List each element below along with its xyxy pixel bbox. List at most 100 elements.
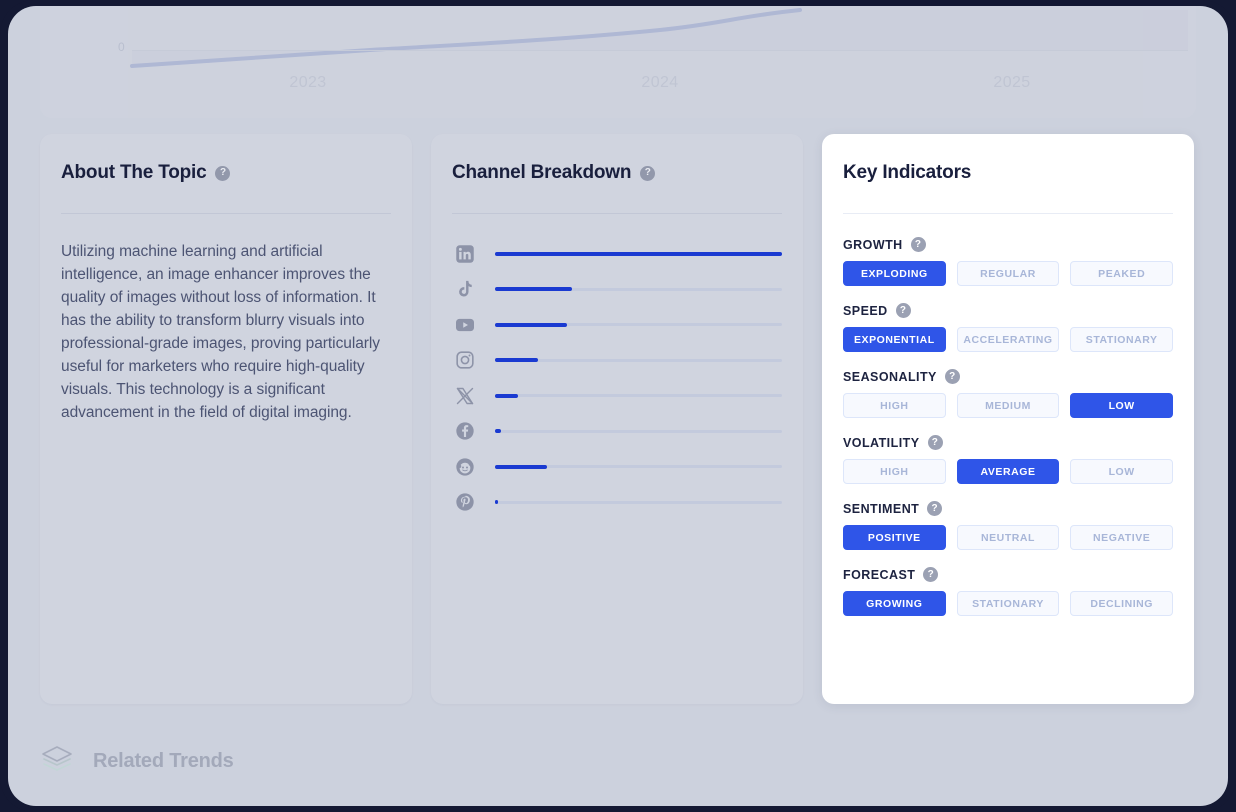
indicator-option-regular[interactable]: REGULAR (956, 261, 1060, 286)
channel-row[interactable] (452, 343, 782, 379)
about-description: Utilizing machine learning and artificia… (61, 243, 381, 421)
indicator-sentiment: SENTIMENT? POSITIVE NEUTRAL NEGATIVE (843, 501, 1174, 550)
channel-card-title: Channel Breakdown ? (452, 162, 782, 184)
indicator-option-neutral[interactable]: NEUTRAL (956, 525, 1060, 550)
key-indicators-card: Key Indicators GROWTH? EXPLODING REGULAR PE… (822, 134, 1194, 704)
indicator-option-negative[interactable]: NEGATIVE (1070, 525, 1174, 550)
indicator-label-text: SEASONALITY (843, 369, 937, 384)
indicators-list: GROWTH? EXPLODING REGULAR PEAKED SPEED? EXPON… (843, 237, 1174, 616)
indicator-options: POSITIVE NEUTRAL NEGATIVE (843, 525, 1174, 550)
channel-bar-track (495, 500, 782, 505)
about-card-title: About The Topic ? (61, 162, 391, 184)
layers-icon (40, 744, 74, 778)
channel-row[interactable] (452, 307, 782, 343)
indicator-option-high[interactable]: HIGH (843, 459, 946, 484)
indicator-option-exponential[interactable]: EXPONENTIAL (843, 327, 946, 352)
indicator-label-text: SENTIMENT (843, 501, 920, 516)
about-the-topic-card: About The Topic ? Utilizing machine lear… (40, 134, 412, 704)
channel-divider (452, 213, 782, 214)
indicator-option-accelerating[interactable]: ACCELERATING (956, 327, 1060, 352)
channel-row[interactable] (452, 272, 782, 308)
channel-title-text: Channel Breakdown (452, 162, 632, 183)
indicator-label-text: SPEED (843, 303, 888, 318)
app-window-frame: 0 2023 2024 2025 About The Topic ? Utili… (0, 0, 1236, 812)
indicator-option-exploding[interactable]: EXPLODING (843, 261, 946, 286)
channel-bar-fill (495, 429, 501, 434)
chart-x-tick-labels: 2023 2024 2025 (132, 74, 1188, 92)
indicator-seasonality: SEASONALITY? HIGH MEDIUM LOW (843, 369, 1174, 418)
chart-x-tick-2023: 2023 (289, 74, 327, 91)
help-icon[interactable]: ? (927, 435, 943, 450)
pinterest-icon (452, 489, 478, 515)
key-indicators-title-text: Key Indicators (843, 162, 972, 183)
help-icon[interactable]: ? (944, 369, 960, 384)
help-icon[interactable]: ? (927, 501, 943, 516)
indicator-option-stationary[interactable]: STATIONARY (956, 591, 1060, 616)
related-trends-label: Related Trends (93, 749, 234, 772)
indicator-option-positive[interactable]: POSITIVE (843, 525, 946, 550)
indicator-volatility: VOLATILITY? HIGH AVERAGE LOW (843, 435, 1174, 484)
channel-bar-fill (495, 287, 573, 292)
indicator-label: FORECAST? (843, 567, 1173, 582)
channel-bar-track (495, 393, 782, 398)
indicator-label-text: FORECAST (843, 567, 916, 582)
youtube-icon (452, 312, 478, 338)
indicator-label: VOLATILITY? (843, 435, 1173, 450)
indicator-label: SEASONALITY? (843, 369, 1173, 384)
indicator-option-growing[interactable]: GROWING (843, 591, 946, 616)
tiktok-icon (452, 276, 478, 302)
channel-bar-fill (495, 322, 567, 327)
channel-bar-track (495, 358, 782, 363)
indicator-option-low[interactable]: LOW (1070, 459, 1174, 484)
help-icon[interactable]: ? (910, 237, 926, 252)
channel-row[interactable] (452, 485, 782, 521)
channel-row[interactable] (452, 414, 782, 450)
channel-row[interactable] (452, 378, 782, 414)
indicator-option-declining[interactable]: DECLINING (1070, 591, 1174, 616)
channel-bar-fill (495, 464, 547, 469)
indicator-label: SPEED? (843, 303, 1173, 318)
about-divider (61, 213, 391, 214)
channel-row[interactable] (452, 236, 782, 272)
indicator-option-high[interactable]: HIGH (843, 393, 946, 418)
instagram-icon (452, 347, 478, 373)
indicator-options: HIGH AVERAGE LOW (843, 459, 1174, 484)
help-icon[interactable]: ? (640, 165, 656, 181)
related-trends-section[interactable]: Related Trends (40, 744, 234, 778)
indicator-option-average[interactable]: AVERAGE (956, 459, 1060, 484)
help-icon[interactable]: ? (215, 165, 231, 181)
channel-bar-fill (495, 251, 782, 256)
help-icon[interactable]: ? (923, 567, 939, 582)
channel-bar-track (495, 287, 782, 292)
indicator-option-peaked[interactable]: PEAKED (1070, 261, 1174, 286)
channel-bar-fill (495, 358, 539, 363)
indicator-growth: GROWTH? EXPLODING REGULAR PEAKED (843, 237, 1174, 286)
indicator-label-text: VOLATILITY (843, 435, 920, 450)
trend-chart-panel[interactable]: 0 2023 2024 2025 (40, 6, 1196, 118)
key-indicators-divider (843, 213, 1173, 214)
about-title-text: About The Topic (61, 162, 207, 183)
indicator-forecast: FORECAST? GROWING STATIONARY DECLINING (843, 567, 1174, 616)
indicator-label-text: GROWTH (843, 237, 903, 252)
channel-bar-fill (495, 500, 498, 505)
help-icon[interactable]: ? (895, 303, 911, 318)
channel-bar-fill (495, 393, 518, 398)
channel-list (452, 236, 782, 520)
indicator-option-stationary[interactable]: STATIONARY (1070, 327, 1174, 352)
indicator-options: EXPLODING REGULAR PEAKED (843, 261, 1174, 286)
trend-chart-svg (130, 8, 1188, 68)
channel-row[interactable] (452, 449, 782, 485)
chart-baseline (132, 50, 1188, 51)
reddit-icon (452, 454, 478, 480)
x-icon (452, 383, 478, 409)
page-surface: 0 2023 2024 2025 About The Topic ? Utili… (8, 6, 1228, 806)
indicator-option-low[interactable]: LOW (1070, 393, 1174, 418)
indicator-label: SENTIMENT? (843, 501, 1173, 516)
channel-bar-track (495, 322, 782, 327)
facebook-icon (452, 418, 478, 444)
key-indicators-card-title: Key Indicators (843, 162, 1173, 184)
channel-bar-track (495, 429, 782, 434)
channel-breakdown-card: Channel Breakdown ? (431, 134, 803, 704)
indicator-option-medium[interactable]: MEDIUM (956, 393, 1060, 418)
cards-row: About The Topic ? Utilizing machine lear… (40, 134, 1196, 704)
